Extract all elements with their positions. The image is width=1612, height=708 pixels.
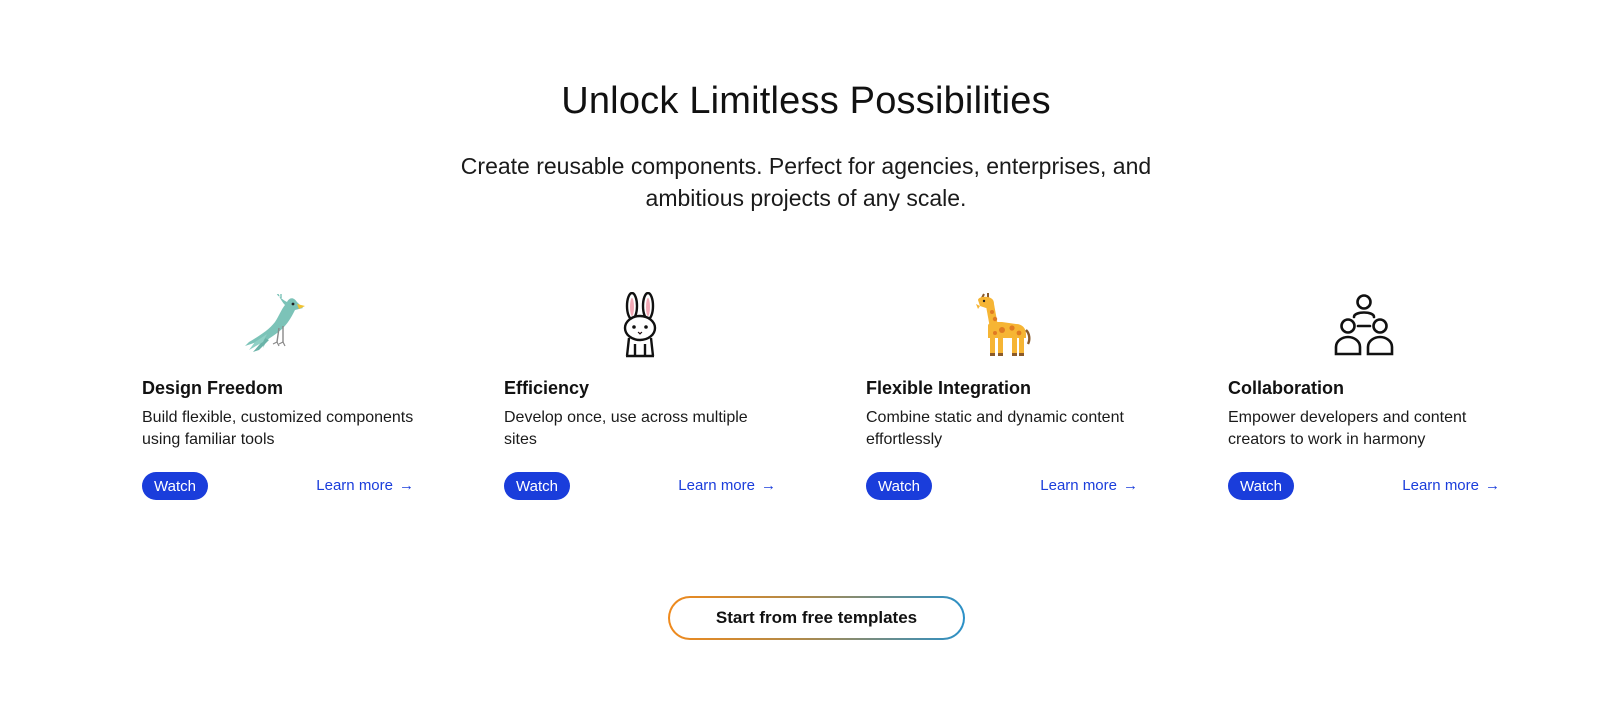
learn-more-label: Learn more (678, 477, 755, 494)
arrow-right-icon: → (1123, 477, 1138, 494)
watch-button[interactable]: Watch (866, 472, 932, 500)
bird-icon (142, 290, 414, 360)
watch-button[interactable]: Watch (142, 472, 208, 500)
cta-border: Start from free templates (668, 596, 965, 640)
page: Unlock Limitless Possibilities Create re… (0, 0, 1612, 708)
page-subtitle: Create reusable components. Perfect for … (460, 153, 1152, 211)
learn-more-label: Learn more (1402, 477, 1479, 494)
learn-more-label: Learn more (1040, 477, 1117, 494)
feature-card-flexible-integration: Flexible Integration Combine static and … (866, 290, 1138, 510)
feature-card-collaboration: Collaboration Empower developers and con… (1228, 290, 1500, 510)
learn-more-link[interactable]: Learn more → (678, 477, 776, 494)
watch-button[interactable]: Watch (504, 472, 570, 500)
feature-title: Flexible Integration (866, 378, 1032, 398)
rabbit-icon (504, 290, 776, 360)
page-title: Unlock Limitless Possibilities (561, 80, 1051, 122)
feature-description: Combine static and dynamic content effor… (866, 409, 1124, 448)
watch-button[interactable]: Watch (1228, 472, 1294, 500)
feature-title: Collaboration (1228, 378, 1344, 398)
people-group-icon (1228, 290, 1500, 360)
feature-grid: Design Freedom Build flexible, customize… (142, 290, 1500, 510)
start-templates-button[interactable]: Start from free templates (670, 598, 963, 638)
arrow-right-icon: → (1485, 477, 1500, 494)
arrow-right-icon: → (761, 477, 776, 494)
feature-card-efficiency: Efficiency Develop once, use across mult… (504, 290, 776, 510)
feature-title: Design Freedom (142, 378, 284, 398)
feature-description: Develop once, use across multiple sites (504, 409, 748, 448)
feature-description: Build flexible, customized components us… (142, 409, 414, 448)
learn-more-link[interactable]: Learn more → (1040, 477, 1138, 494)
feature-title: Efficiency (504, 378, 590, 398)
learn-more-link[interactable]: Learn more → (1402, 477, 1500, 494)
feature-card-design-freedom: Design Freedom Build flexible, customize… (142, 290, 414, 510)
learn-more-link[interactable]: Learn more → (316, 477, 414, 494)
feature-description: Empower developers and content creators … (1228, 409, 1467, 448)
arrow-right-icon: → (399, 477, 414, 494)
giraffe-icon (866, 290, 1138, 360)
learn-more-label: Learn more (316, 477, 393, 494)
